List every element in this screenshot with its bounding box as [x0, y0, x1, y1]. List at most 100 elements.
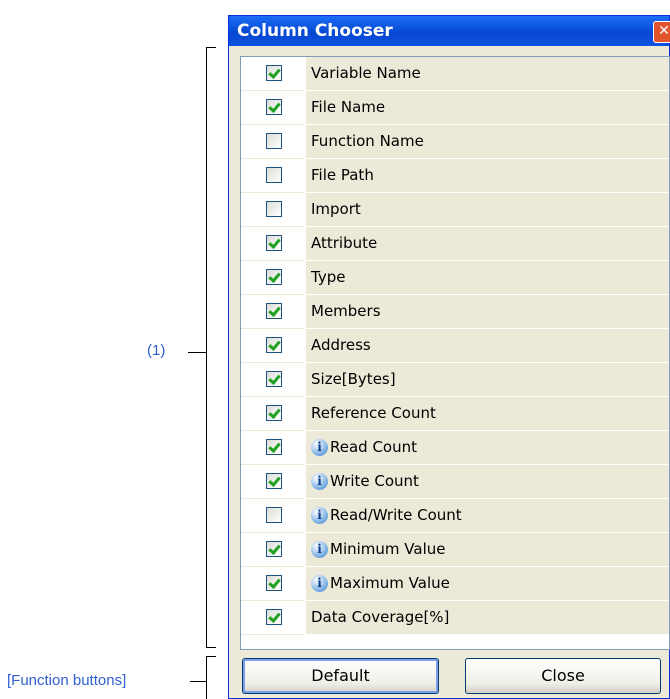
list-item[interactable]: i Write Count — [241, 465, 669, 499]
buttons-callout-label: [Function buttons] — [7, 672, 127, 689]
column-name-label: Reference Count — [311, 404, 436, 422]
column-checkbox[interactable] — [266, 473, 282, 489]
close-icon[interactable]: ✕ — [653, 21, 670, 43]
checkbox-cell — [241, 125, 304, 159]
column-chooser-dialog: Column Chooser ✕ Variable Name File Name F… — [228, 15, 670, 699]
list-item[interactable]: Size[Bytes] — [241, 363, 669, 397]
list-callout-leader — [188, 352, 206, 353]
column-name-cell: File Path — [306, 159, 669, 193]
column-checkbox[interactable] — [266, 609, 282, 625]
column-checkbox[interactable] — [266, 337, 282, 353]
checkbox-cell — [241, 397, 304, 431]
list-bracket-bottom — [206, 647, 216, 648]
column-name-label: File Name — [311, 98, 386, 116]
checkbox-cell — [241, 329, 304, 363]
column-name-cell: Variable Name — [306, 57, 669, 91]
column-checkbox[interactable] — [266, 405, 282, 421]
column-name-cell: Members — [306, 295, 669, 329]
column-name-label: Write Count — [330, 472, 419, 490]
list-item[interactable]: Variable Name — [241, 57, 669, 91]
column-checkbox[interactable] — [266, 167, 282, 183]
column-checkbox[interactable] — [266, 235, 282, 251]
column-name-label: Address — [311, 336, 371, 354]
column-name-label: Function Name — [311, 132, 424, 150]
list-item[interactable]: File Path — [241, 159, 669, 193]
info-icon: i — [311, 575, 328, 592]
column-name-cell: Import — [306, 193, 669, 227]
column-checkbox[interactable] — [266, 371, 282, 387]
column-name-label: Variable Name — [311, 64, 421, 82]
column-name-label: Data Coverage[%] — [311, 608, 450, 626]
column-checkbox[interactable] — [266, 99, 282, 115]
info-icon: i — [311, 507, 328, 524]
list-item[interactable]: Data Coverage[%] — [241, 601, 669, 635]
dialog-title: Column Chooser — [237, 21, 393, 41]
list-item[interactable]: Members — [241, 295, 669, 329]
close-button[interactable]: Close — [465, 658, 661, 694]
column-checkbox[interactable] — [266, 65, 282, 81]
column-name-cell: i Minimum Value — [306, 533, 669, 567]
column-name-label: Read Count — [330, 438, 418, 456]
checkbox-cell — [241, 261, 304, 295]
column-checkbox[interactable] — [266, 575, 282, 591]
checkbox-cell — [241, 227, 304, 261]
checkbox-cell — [241, 91, 304, 125]
column-name-label: Maximum Value — [330, 574, 450, 592]
buttons-callout-leader — [190, 681, 206, 682]
column-name-cell: i Maximum Value — [306, 567, 669, 601]
column-name-cell: Data Coverage[%] — [306, 601, 669, 635]
list-item[interactable]: Import — [241, 193, 669, 227]
checkbox-cell — [241, 431, 304, 465]
column-name-label: File Path — [311, 166, 374, 184]
column-name-cell: Reference Count — [306, 397, 669, 431]
column-checkbox[interactable] — [266, 133, 282, 149]
list-item[interactable]: Attribute — [241, 227, 669, 261]
list-item[interactable]: Type — [241, 261, 669, 295]
list-item[interactable]: File Name — [241, 91, 669, 125]
column-name-cell: Attribute — [306, 227, 669, 261]
info-icon: i — [311, 439, 328, 456]
checkbox-cell — [241, 465, 304, 499]
checkbox-cell — [241, 533, 304, 567]
column-name-cell: Address — [306, 329, 669, 363]
list-bracket-vertical — [206, 47, 207, 648]
info-icon: i — [311, 541, 328, 558]
column-name-cell: Function Name — [306, 125, 669, 159]
list-item[interactable]: i Minimum Value — [241, 533, 669, 567]
buttons-bracket-top — [206, 656, 216, 657]
column-checkbox[interactable] — [266, 269, 282, 285]
default-button[interactable]: Default — [242, 658, 439, 694]
checkbox-cell — [241, 57, 304, 91]
dialog-titlebar[interactable]: Column Chooser ✕ — [229, 16, 670, 46]
list-item[interactable]: Address — [241, 329, 669, 363]
list-bracket-top — [206, 47, 216, 48]
info-icon: i — [311, 473, 328, 490]
checkbox-cell — [241, 363, 304, 397]
column-checkbox[interactable] — [266, 507, 282, 523]
list-item[interactable]: i Read/Write Count — [241, 499, 669, 533]
checkbox-cell — [241, 601, 304, 635]
list-item[interactable]: i Maximum Value — [241, 567, 669, 601]
checkbox-cell — [241, 159, 304, 193]
column-name-label: Minimum Value — [330, 540, 446, 558]
column-checkbox[interactable] — [266, 201, 282, 217]
list-item[interactable]: i Read Count — [241, 431, 669, 465]
buttons-bracket-vertical — [206, 656, 207, 699]
column-name-label: Attribute — [311, 234, 378, 252]
list-item[interactable]: Reference Count — [241, 397, 669, 431]
column-checkbox[interactable] — [266, 541, 282, 557]
column-name-label: Import — [311, 200, 361, 218]
list-callout-label: (1) — [147, 342, 166, 359]
column-name-label: Type — [311, 268, 346, 286]
checkbox-cell — [241, 499, 304, 533]
list-item[interactable]: Function Name — [241, 125, 669, 159]
column-name-label: Read/Write Count — [330, 506, 462, 524]
column-list: Variable Name File Name Function Name File … — [240, 56, 670, 650]
column-name-cell: Type — [306, 261, 669, 295]
column-name-cell: i Read Count — [306, 431, 669, 465]
column-name-cell: i Write Count — [306, 465, 669, 499]
column-name-cell: File Name — [306, 91, 669, 125]
checkbox-cell — [241, 567, 304, 601]
column-checkbox[interactable] — [266, 439, 282, 455]
column-checkbox[interactable] — [266, 303, 282, 319]
